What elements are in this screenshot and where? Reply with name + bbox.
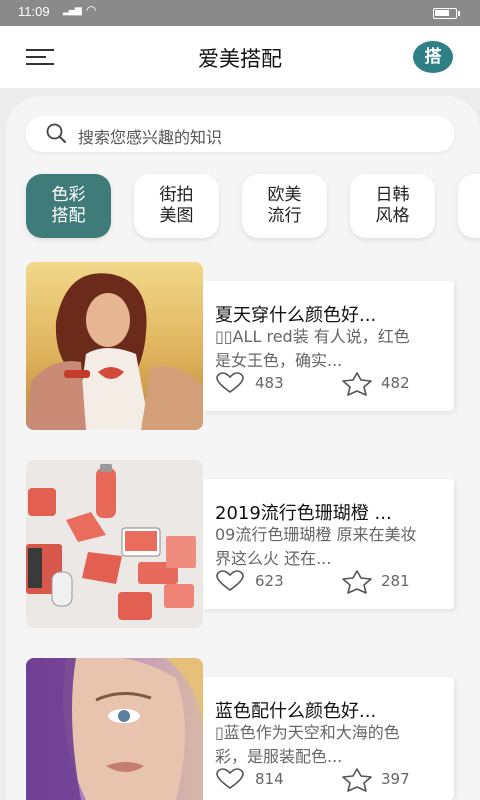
favorite-button[interactable]: 281 — [341, 570, 431, 594]
battery-icon — [433, 8, 460, 19]
favorite-count: 397 — [381, 770, 410, 788]
article-title: 蓝色配什么颜色好... — [215, 701, 377, 722]
article-description: ▯蓝色作为天空和大海的色彩，是服装配色... — [215, 723, 400, 766]
category-chip-street[interactable]: 街拍美图 — [134, 174, 219, 238]
favorite-button[interactable]: 482 — [341, 372, 431, 396]
signal-icon: ▂▄▆ — [63, 6, 82, 16]
article-image[interactable] — [26, 658, 203, 800]
category-chip-more[interactable] — [458, 174, 480, 238]
like-button[interactable]: 483 — [215, 372, 305, 394]
star-icon — [342, 372, 372, 396]
favorite-count: 482 — [381, 374, 410, 392]
page-title: 爱美搭配 — [198, 47, 282, 71]
like-button[interactable]: 814 — [215, 768, 305, 790]
heart-icon — [216, 372, 244, 393]
status-bar: 11:09 ▂▄▆ ◠ — [0, 0, 480, 26]
chip-label: 色彩搭配 — [51, 185, 86, 226]
article-card[interactable]: 2019流行色珊瑚橙 ... 09流行色珊瑚橙 原来在美妆界这么火 还在... … — [203, 479, 454, 609]
favorite-count: 281 — [381, 572, 410, 590]
like-count: 623 — [255, 572, 284, 590]
search-input[interactable]: 搜索您感兴趣的知识 — [26, 116, 454, 152]
wifi-icon: ◠ — [86, 3, 97, 17]
search-icon — [46, 123, 66, 143]
category-chip-western[interactable]: 欧美流行 — [242, 174, 327, 238]
article-description: 09流行色珊瑚橙 原来在美妆界这么火 还在... — [215, 525, 417, 568]
star-icon — [342, 570, 372, 594]
chip-label: 街拍美图 — [159, 185, 194, 226]
status-time: 11:09 — [18, 4, 50, 19]
category-chip-color[interactable]: 色彩搭配 — [26, 174, 111, 238]
article-image[interactable] — [26, 262, 203, 430]
search-placeholder: 搜索您感兴趣的知识 — [78, 128, 223, 147]
article-title: 2019流行色珊瑚橙 ... — [215, 503, 392, 524]
like-count: 814 — [255, 770, 284, 788]
favorite-button[interactable]: 397 — [341, 768, 431, 792]
heart-icon — [216, 768, 244, 789]
article-image[interactable] — [26, 460, 203, 628]
article-card[interactable]: 蓝色配什么颜色好... ▯蓝色作为天空和大海的色彩，是服装配色... 814 3… — [203, 677, 454, 800]
article-card[interactable]: 夏天穿什么颜色好... ▯▯ALL red装 有人说，红色是女王色，确实... … — [203, 281, 454, 411]
article-description: ▯▯ALL red装 有人说，红色是女王色，确实... — [215, 327, 410, 370]
like-button[interactable]: 623 — [215, 570, 305, 592]
heart-icon — [216, 570, 244, 591]
star-icon — [342, 768, 372, 792]
category-chip-asian[interactable]: 日韩风格 — [350, 174, 435, 238]
app-logo[interactable]: 搭 — [413, 41, 453, 73]
chip-label: 日韩风格 — [375, 185, 410, 226]
like-count: 483 — [255, 374, 284, 392]
chip-label: 欧美流行 — [267, 185, 302, 226]
app-bar: 爱美搭配 搭 — [0, 26, 480, 88]
article-title: 夏天穿什么颜色好... — [215, 305, 377, 326]
